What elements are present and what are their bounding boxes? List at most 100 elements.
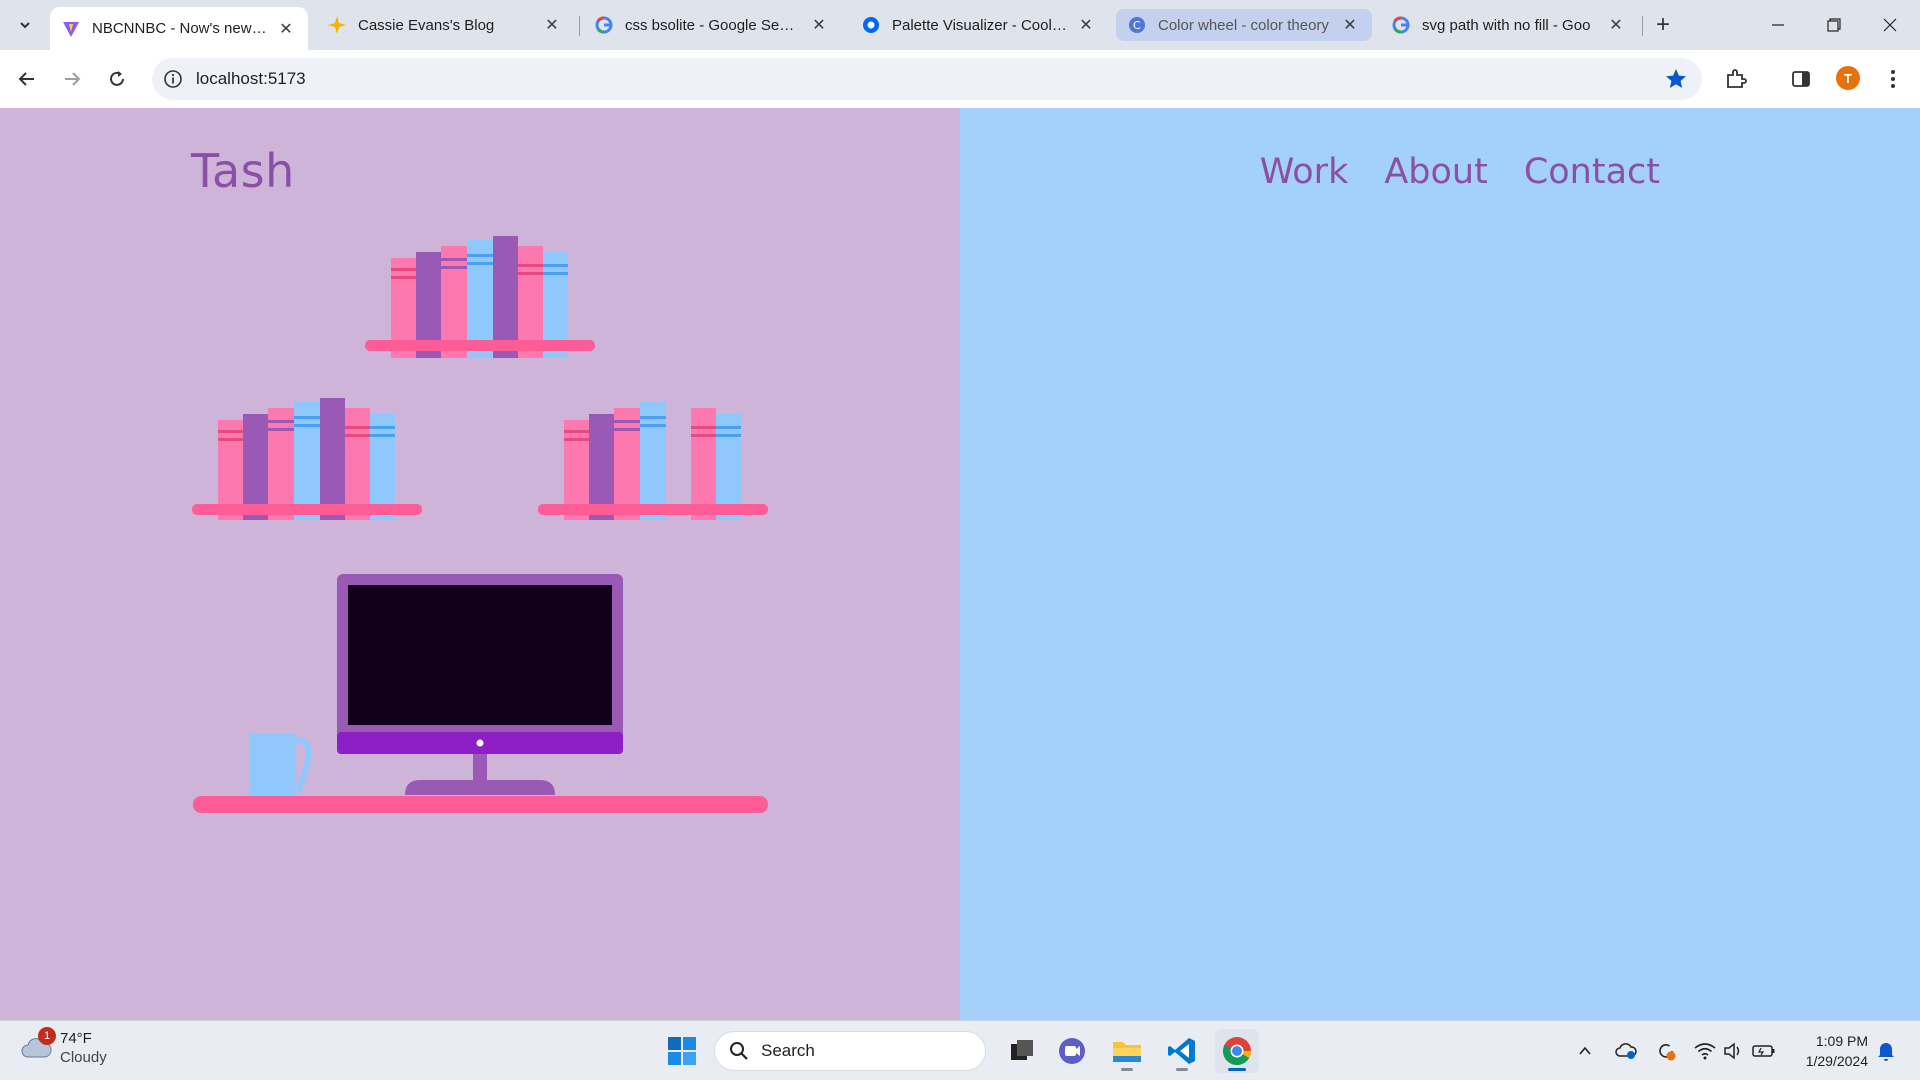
tab-palette-visualizer[interactable]: Palette Visualizer - Coolors ✕: [850, 7, 1108, 43]
tab-cassie-evans-blog[interactable]: Cassie Evans's Blog ✕: [316, 7, 574, 43]
chrome-icon: [1223, 1037, 1251, 1065]
restore-button[interactable]: [1806, 0, 1862, 50]
book-stripe: [467, 262, 493, 265]
profile-avatar[interactable]: T: [1836, 66, 1860, 90]
refresh-alert-icon: [1659, 1044, 1676, 1061]
shelf: [365, 340, 595, 351]
book-stripe: [294, 424, 320, 427]
monitor-screen: [348, 585, 612, 725]
book-stripe: [268, 420, 294, 423]
back-button[interactable]: [10, 62, 44, 96]
chrome-button[interactable]: [1215, 1029, 1259, 1073]
monitor-base: [405, 780, 555, 795]
book-stripe: [467, 254, 493, 257]
book-stripe: [614, 428, 640, 431]
extensions-button[interactable]: [1723, 66, 1749, 92]
vscode-button[interactable]: [1160, 1029, 1204, 1073]
minimize-button[interactable]: [1750, 0, 1806, 50]
book-stripe: [218, 438, 243, 441]
close-icon[interactable]: ✕: [1606, 15, 1626, 35]
task-view-button[interactable]: [1000, 1029, 1044, 1073]
book-stripe: [518, 272, 543, 275]
book-stripe: [640, 424, 666, 427]
tab-css-bsolite-search[interactable]: css bsolite - Google Search ✕: [583, 7, 841, 43]
show-hidden-icons-button[interactable]: [1573, 1039, 1597, 1063]
close-icon[interactable]: ✕: [1340, 15, 1360, 35]
running-indicator: [1228, 1068, 1246, 1071]
book: [493, 236, 518, 358]
tab-title: svg path with no fill - Goo: [1422, 16, 1591, 34]
vscode-icon: [1168, 1038, 1195, 1064]
bookmark-star-icon[interactable]: [1664, 67, 1688, 91]
book-stripe: [640, 416, 666, 419]
book-stripe: [391, 276, 416, 279]
bell-icon: [1878, 1043, 1894, 1061]
power-led: [476, 739, 484, 747]
battery-tray[interactable]: [1752, 1039, 1776, 1063]
tab-title: Palette Visualizer - Coolors: [892, 16, 1068, 34]
browser-toolbar: localhost:5173: [0, 50, 1920, 108]
onedrive-tray[interactable]: [1614, 1039, 1638, 1063]
book: [614, 408, 640, 520]
close-window-button[interactable]: [1862, 0, 1918, 50]
main-nav: Work About Contact: [1260, 152, 1660, 192]
puzzle-icon: [1727, 69, 1747, 88]
shelf: [192, 504, 422, 515]
clock[interactable]: 1:09 PM 1/29/2024: [1790, 1031, 1868, 1071]
close-icon[interactable]: ✕: [1076, 15, 1096, 35]
reload-button[interactable]: [100, 62, 134, 96]
wifi-tray[interactable]: [1693, 1039, 1717, 1063]
forward-arrow-icon: [65, 72, 81, 86]
tab-svg-path-search[interactable]: svg path with no fill - Goo ✕: [1380, 7, 1638, 43]
book-stripe: [564, 430, 589, 433]
book: [320, 398, 345, 520]
book: [294, 402, 320, 520]
file-explorer-button[interactable]: [1105, 1029, 1149, 1073]
room-illustration: [192, 236, 768, 813]
book-stripe: [691, 434, 716, 437]
cloud-sync-icon: [1615, 1043, 1637, 1059]
folder-icon: [1113, 1042, 1141, 1062]
book-stripe: [543, 272, 568, 275]
address-bar[interactable]: localhost:5173: [152, 58, 1702, 100]
meet-app-button[interactable]: [1050, 1029, 1094, 1073]
nav-link-contact[interactable]: Contact: [1524, 152, 1660, 192]
volume-tray[interactable]: [1722, 1039, 1746, 1063]
weather-condition: Cloudy: [60, 1049, 107, 1066]
book: [640, 402, 666, 520]
notifications-button[interactable]: [1874, 1039, 1898, 1063]
book: [268, 408, 294, 520]
side-panel-button[interactable]: [1788, 66, 1814, 92]
side-panel-icon: [1792, 71, 1810, 87]
book: [345, 408, 370, 520]
close-icon[interactable]: ✕: [276, 19, 296, 39]
close-icon[interactable]: ✕: [809, 15, 829, 35]
new-tab-button[interactable]: +: [1650, 11, 1676, 38]
menu-button[interactable]: [1880, 66, 1906, 92]
minimize-icon: [1772, 24, 1784, 26]
google-icon: [595, 16, 613, 34]
chevron-down-icon: [20, 22, 30, 29]
bookshelf-right: [538, 402, 768, 520]
coolors-icon: [862, 16, 880, 34]
book-stripe: [564, 438, 589, 441]
weather-widget[interactable]: 1 74°F Cloudy: [20, 1027, 107, 1067]
url-text[interactable]: localhost:5173: [196, 69, 306, 89]
nav-link-work[interactable]: Work: [1260, 152, 1349, 192]
page-viewport: Tash Work About Contact: [0, 108, 1920, 1020]
tab-nbcnnbc[interactable]: NBCNNBC - Now's news: n ✕: [50, 7, 308, 50]
nav-link-about[interactable]: About: [1384, 152, 1487, 192]
forward-button[interactable]: [55, 62, 89, 96]
close-icon: [1883, 18, 1897, 32]
close-icon[interactable]: ✕: [542, 15, 562, 35]
book-stripe: [518, 264, 543, 267]
site-info-icon[interactable]: [162, 68, 184, 90]
taskbar-search[interactable]: Search: [714, 1031, 986, 1071]
book-stripe: [294, 416, 320, 419]
tab-color-wheel[interactable]: C Color wheel - color theory ✕: [1116, 9, 1372, 41]
start-button[interactable]: [660, 1029, 704, 1073]
back-arrow-icon: [18, 72, 34, 86]
desk: [193, 796, 768, 813]
update-tray[interactable]: [1654, 1039, 1678, 1063]
tab-search-button[interactable]: [10, 10, 40, 40]
